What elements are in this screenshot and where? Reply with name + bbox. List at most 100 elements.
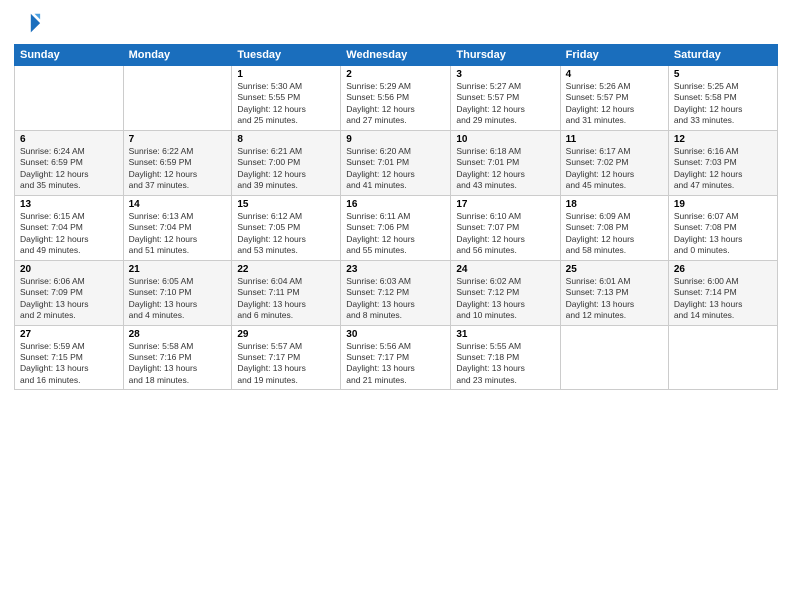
- calendar-week-row: 13Sunrise: 6:15 AM Sunset: 7:04 PM Dayli…: [15, 195, 778, 260]
- day-number: 28: [129, 329, 227, 340]
- calendar-day-cell: 19Sunrise: 6:07 AM Sunset: 7:08 PM Dayli…: [668, 195, 777, 260]
- calendar-day-cell: 24Sunrise: 6:02 AM Sunset: 7:12 PM Dayli…: [451, 260, 560, 325]
- day-number: 9: [346, 134, 445, 145]
- day-number: 13: [20, 199, 118, 210]
- day-number: 11: [566, 134, 663, 145]
- day-info: Sunrise: 5:26 AM Sunset: 5:57 PM Dayligh…: [566, 81, 663, 127]
- day-info: Sunrise: 6:04 AM Sunset: 7:11 PM Dayligh…: [237, 276, 335, 322]
- day-info: Sunrise: 6:06 AM Sunset: 7:09 PM Dayligh…: [20, 276, 118, 322]
- day-info: Sunrise: 6:09 AM Sunset: 7:08 PM Dayligh…: [566, 211, 663, 257]
- day-number: 25: [566, 264, 663, 275]
- day-info: Sunrise: 6:11 AM Sunset: 7:06 PM Dayligh…: [346, 211, 445, 257]
- calendar-day-cell: [123, 66, 232, 131]
- calendar-day-cell: 6Sunrise: 6:24 AM Sunset: 6:59 PM Daylig…: [15, 130, 124, 195]
- day-number: 6: [20, 134, 118, 145]
- calendar-day-cell: 27Sunrise: 5:59 AM Sunset: 7:15 PM Dayli…: [15, 325, 124, 390]
- day-number: 7: [129, 134, 227, 145]
- day-number: 22: [237, 264, 335, 275]
- weekday-row: SundayMondayTuesdayWednesdayThursdayFrid…: [15, 45, 778, 66]
- page: SundayMondayTuesdayWednesdayThursdayFrid…: [0, 0, 792, 612]
- day-info: Sunrise: 5:29 AM Sunset: 5:56 PM Dayligh…: [346, 81, 445, 127]
- calendar-day-cell: 2Sunrise: 5:29 AM Sunset: 5:56 PM Daylig…: [341, 66, 451, 131]
- calendar-body: 1Sunrise: 5:30 AM Sunset: 5:55 PM Daylig…: [15, 66, 778, 390]
- calendar-table: SundayMondayTuesdayWednesdayThursdayFrid…: [14, 44, 778, 390]
- day-number: 16: [346, 199, 445, 210]
- day-info: Sunrise: 6:07 AM Sunset: 7:08 PM Dayligh…: [674, 211, 772, 257]
- calendar-day-cell: 11Sunrise: 6:17 AM Sunset: 7:02 PM Dayli…: [560, 130, 668, 195]
- day-number: 18: [566, 199, 663, 210]
- day-info: Sunrise: 6:17 AM Sunset: 7:02 PM Dayligh…: [566, 146, 663, 192]
- calendar-day-cell: 21Sunrise: 6:05 AM Sunset: 7:10 PM Dayli…: [123, 260, 232, 325]
- calendar-week-row: 20Sunrise: 6:06 AM Sunset: 7:09 PM Dayli…: [15, 260, 778, 325]
- calendar-header: SundayMondayTuesdayWednesdayThursdayFrid…: [15, 45, 778, 66]
- day-number: 27: [20, 329, 118, 340]
- calendar-day-cell: 9Sunrise: 6:20 AM Sunset: 7:01 PM Daylig…: [341, 130, 451, 195]
- day-info: Sunrise: 6:24 AM Sunset: 6:59 PM Dayligh…: [20, 146, 118, 192]
- calendar-day-cell: 5Sunrise: 5:25 AM Sunset: 5:58 PM Daylig…: [668, 66, 777, 131]
- header: [14, 10, 778, 38]
- calendar-day-cell: 8Sunrise: 6:21 AM Sunset: 7:00 PM Daylig…: [232, 130, 341, 195]
- day-info: Sunrise: 5:30 AM Sunset: 5:55 PM Dayligh…: [237, 81, 335, 127]
- day-number: 24: [456, 264, 554, 275]
- calendar-day-cell: 25Sunrise: 6:01 AM Sunset: 7:13 PM Dayli…: [560, 260, 668, 325]
- calendar-day-cell: 18Sunrise: 6:09 AM Sunset: 7:08 PM Dayli…: [560, 195, 668, 260]
- day-number: 17: [456, 199, 554, 210]
- day-number: 19: [674, 199, 772, 210]
- calendar-day-cell: 28Sunrise: 5:58 AM Sunset: 7:16 PM Dayli…: [123, 325, 232, 390]
- calendar-week-row: 6Sunrise: 6:24 AM Sunset: 6:59 PM Daylig…: [15, 130, 778, 195]
- day-info: Sunrise: 6:05 AM Sunset: 7:10 PM Dayligh…: [129, 276, 227, 322]
- calendar-day-cell: [668, 325, 777, 390]
- day-info: Sunrise: 5:55 AM Sunset: 7:18 PM Dayligh…: [456, 341, 554, 387]
- calendar-day-cell: 12Sunrise: 6:16 AM Sunset: 7:03 PM Dayli…: [668, 130, 777, 195]
- calendar-day-cell: 13Sunrise: 6:15 AM Sunset: 7:04 PM Dayli…: [15, 195, 124, 260]
- weekday-header: Sunday: [15, 45, 124, 66]
- calendar-day-cell: 14Sunrise: 6:13 AM Sunset: 7:04 PM Dayli…: [123, 195, 232, 260]
- day-number: 4: [566, 69, 663, 80]
- calendar-day-cell: 29Sunrise: 5:57 AM Sunset: 7:17 PM Dayli…: [232, 325, 341, 390]
- day-number: 12: [674, 134, 772, 145]
- day-number: 15: [237, 199, 335, 210]
- day-number: 2: [346, 69, 445, 80]
- day-info: Sunrise: 6:21 AM Sunset: 7:00 PM Dayligh…: [237, 146, 335, 192]
- day-info: Sunrise: 6:12 AM Sunset: 7:05 PM Dayligh…: [237, 211, 335, 257]
- calendar-day-cell: 30Sunrise: 5:56 AM Sunset: 7:17 PM Dayli…: [341, 325, 451, 390]
- day-info: Sunrise: 6:00 AM Sunset: 7:14 PM Dayligh…: [674, 276, 772, 322]
- day-info: Sunrise: 6:18 AM Sunset: 7:01 PM Dayligh…: [456, 146, 554, 192]
- weekday-header: Thursday: [451, 45, 560, 66]
- calendar-day-cell: 16Sunrise: 6:11 AM Sunset: 7:06 PM Dayli…: [341, 195, 451, 260]
- day-info: Sunrise: 6:03 AM Sunset: 7:12 PM Dayligh…: [346, 276, 445, 322]
- day-number: 10: [456, 134, 554, 145]
- day-number: 21: [129, 264, 227, 275]
- day-number: 3: [456, 69, 554, 80]
- day-number: 14: [129, 199, 227, 210]
- weekday-header: Monday: [123, 45, 232, 66]
- day-info: Sunrise: 6:22 AM Sunset: 6:59 PM Dayligh…: [129, 146, 227, 192]
- day-info: Sunrise: 5:56 AM Sunset: 7:17 PM Dayligh…: [346, 341, 445, 387]
- calendar-week-row: 1Sunrise: 5:30 AM Sunset: 5:55 PM Daylig…: [15, 66, 778, 131]
- calendar-day-cell: [560, 325, 668, 390]
- day-number: 20: [20, 264, 118, 275]
- calendar-day-cell: 26Sunrise: 6:00 AM Sunset: 7:14 PM Dayli…: [668, 260, 777, 325]
- day-info: Sunrise: 6:15 AM Sunset: 7:04 PM Dayligh…: [20, 211, 118, 257]
- weekday-header: Wednesday: [341, 45, 451, 66]
- calendar-day-cell: 22Sunrise: 6:04 AM Sunset: 7:11 PM Dayli…: [232, 260, 341, 325]
- day-number: 5: [674, 69, 772, 80]
- calendar-week-row: 27Sunrise: 5:59 AM Sunset: 7:15 PM Dayli…: [15, 325, 778, 390]
- calendar-day-cell: 10Sunrise: 6:18 AM Sunset: 7:01 PM Dayli…: [451, 130, 560, 195]
- weekday-header: Saturday: [668, 45, 777, 66]
- day-number: 31: [456, 329, 554, 340]
- calendar-day-cell: 31Sunrise: 5:55 AM Sunset: 7:18 PM Dayli…: [451, 325, 560, 390]
- day-info: Sunrise: 5:59 AM Sunset: 7:15 PM Dayligh…: [20, 341, 118, 387]
- day-info: Sunrise: 5:25 AM Sunset: 5:58 PM Dayligh…: [674, 81, 772, 127]
- weekday-header: Tuesday: [232, 45, 341, 66]
- calendar-day-cell: [15, 66, 124, 131]
- day-number: 30: [346, 329, 445, 340]
- day-info: Sunrise: 6:10 AM Sunset: 7:07 PM Dayligh…: [456, 211, 554, 257]
- calendar-day-cell: 3Sunrise: 5:27 AM Sunset: 5:57 PM Daylig…: [451, 66, 560, 131]
- day-info: Sunrise: 6:16 AM Sunset: 7:03 PM Dayligh…: [674, 146, 772, 192]
- day-info: Sunrise: 6:02 AM Sunset: 7:12 PM Dayligh…: [456, 276, 554, 322]
- day-number: 8: [237, 134, 335, 145]
- day-number: 23: [346, 264, 445, 275]
- day-info: Sunrise: 6:01 AM Sunset: 7:13 PM Dayligh…: [566, 276, 663, 322]
- calendar-day-cell: 15Sunrise: 6:12 AM Sunset: 7:05 PM Dayli…: [232, 195, 341, 260]
